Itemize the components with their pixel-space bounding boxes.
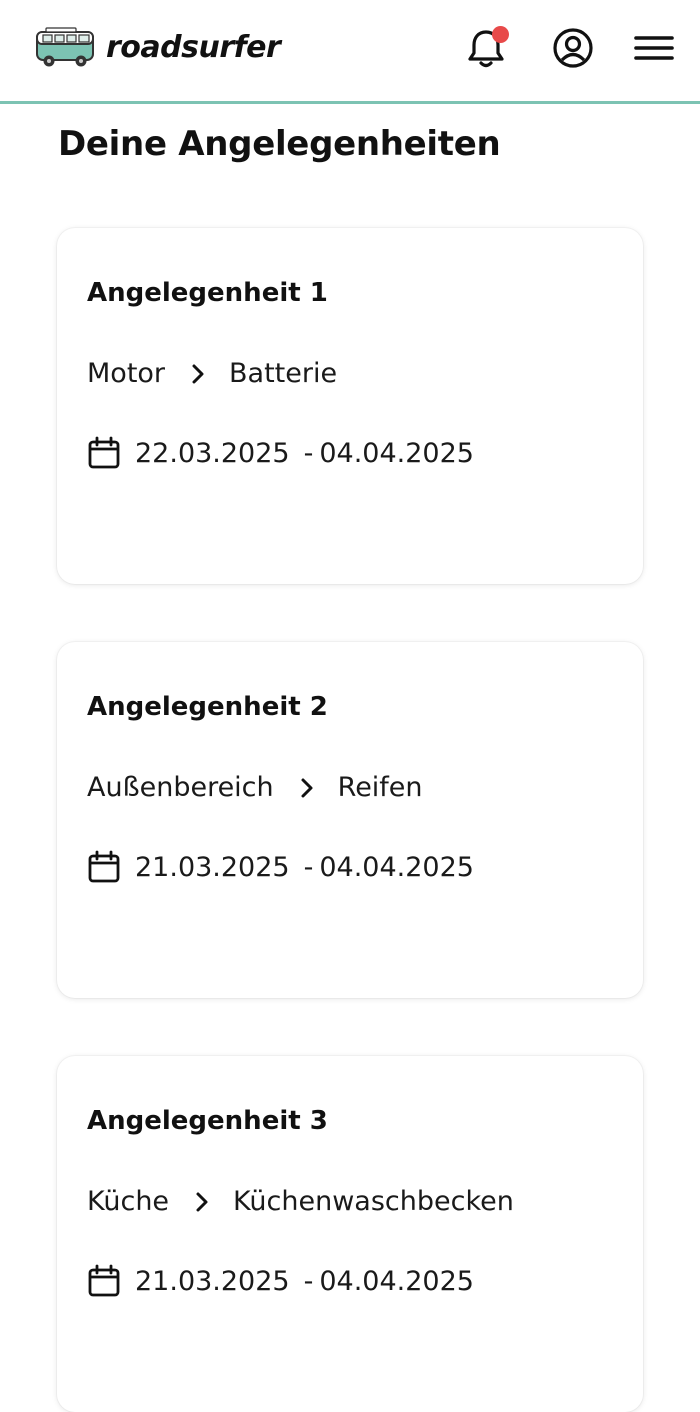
issue-card[interactable]: Angelegenheit 1 Motor Batterie 22.03.202… (57, 228, 643, 584)
logo[interactable]: roadsurfer (34, 24, 281, 70)
issue-category: Motor (87, 358, 166, 389)
account-icon (553, 28, 593, 68)
app-header: roadsurfer (0, 0, 700, 104)
issue-end-date: 04.04.2025 (319, 851, 474, 883)
date-separator: - (303, 437, 314, 469)
chevron-right-icon (196, 1192, 208, 1211)
van-logo-icon (36, 27, 94, 67)
issue-category-path: Küche Küchenwaschbecken (87, 1186, 514, 1217)
date-separator: - (303, 1265, 314, 1297)
issue-date-range: 21.03.2025 - 04.04.2025 (87, 1264, 474, 1298)
issue-category-path: Motor Batterie (87, 358, 337, 389)
issue-date-range: 21.03.2025 - 04.04.2025 (87, 850, 474, 884)
page-title: Deine Angelegenheiten (58, 124, 501, 164)
logo-text: roadsurfer (106, 29, 281, 65)
account-button[interactable] (551, 26, 595, 70)
issue-title: Angelegenheit 3 (87, 1106, 328, 1136)
chevron-right-icon (192, 364, 204, 383)
date-separator: - (303, 851, 314, 883)
calendar-icon (88, 436, 120, 469)
calendar-icon (88, 1264, 120, 1297)
issue-title: Angelegenheit 2 (87, 692, 328, 722)
issue-subcategory: Batterie (229, 358, 338, 389)
issue-start-date: 21.03.2025 (135, 1265, 290, 1297)
issue-category: Außenbereich (87, 772, 274, 803)
issue-end-date: 04.04.2025 (319, 437, 474, 469)
menu-icon (634, 36, 674, 60)
issue-date-range: 22.03.2025 - 04.04.2025 (87, 436, 474, 470)
issue-card[interactable]: Angelegenheit 3 Küche Küchenwaschbecken … (57, 1056, 643, 1412)
calendar-icon (88, 850, 120, 883)
issue-subcategory: Küchenwaschbecken (233, 1186, 514, 1217)
issue-title: Angelegenheit 1 (87, 278, 328, 308)
issue-start-date: 21.03.2025 (135, 851, 290, 883)
issue-start-date: 22.03.2025 (135, 437, 290, 469)
menu-button[interactable] (632, 26, 676, 70)
issue-category-path: Außenbereich Reifen (87, 772, 423, 803)
notification-badge (492, 26, 509, 43)
issue-card[interactable]: Angelegenheit 2 Außenbereich Reifen 21.0… (57, 642, 643, 998)
issue-end-date: 04.04.2025 (319, 1265, 474, 1297)
chevron-right-icon (301, 778, 313, 797)
issue-subcategory: Reifen (337, 772, 423, 803)
notifications-button[interactable] (464, 26, 509, 70)
issue-category: Küche (87, 1186, 170, 1217)
